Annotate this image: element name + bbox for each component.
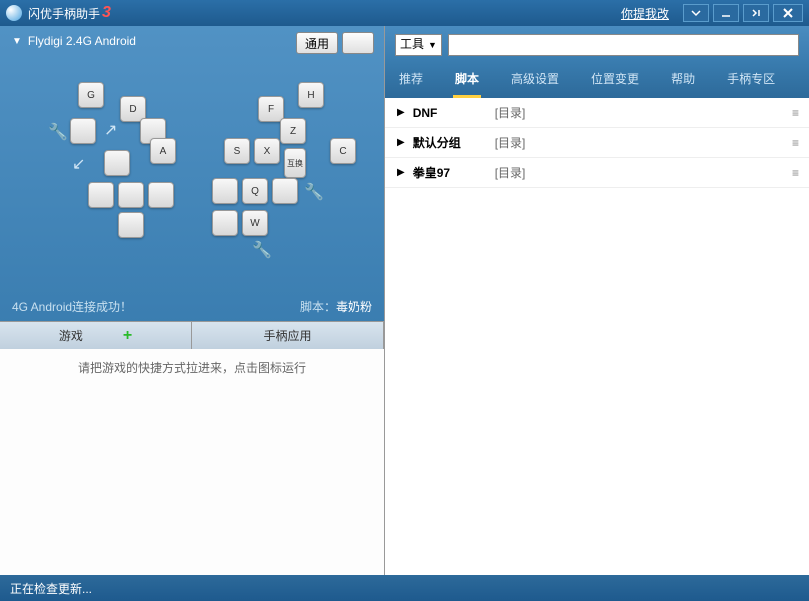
key-blank-1[interactable] [70, 118, 96, 144]
close-button[interactable] [773, 4, 803, 22]
menu-icon[interactable]: ≡ [792, 106, 797, 120]
bottom-tabs: 游戏+ 手柄应用 [0, 321, 384, 349]
mode-button-blank[interactable] [342, 32, 374, 54]
dropdown-button[interactable] [683, 4, 709, 22]
chevron-right-icon: ▶ [397, 167, 405, 178]
key-blank-5[interactable] [118, 182, 144, 208]
key-x[interactable]: X [254, 138, 280, 164]
key-s[interactable]: S [224, 138, 250, 164]
key-blank-10[interactable] [212, 210, 238, 236]
connection-status: 4G Android连接成功！ 脚本：毒奶粉 [0, 292, 384, 321]
list-item[interactable]: ▶ 拳皇97 [目录] ≡ [385, 158, 809, 188]
titlebar: 闪优手柄助手3 你提我改 [0, 0, 809, 26]
chevron-right-icon: ▶ [397, 137, 405, 148]
nav-tabs: 推荐 脚本 高级设置 位置变更 帮助 手柄专区 [385, 60, 809, 98]
menu-icon[interactable]: ≡ [792, 136, 797, 150]
gamepad-layout: G D F H 🔧 ↗ Z ↙ A S X 互换 C Q 🔧 W [0, 52, 384, 292]
key-blank-7[interactable] [212, 178, 238, 204]
wrench-icon-3[interactable]: 🔧 [252, 240, 270, 258]
tab-advanced[interactable]: 高级设置 [509, 66, 561, 98]
list-item[interactable]: ▶ 默认分组 [目录] ≡ [385, 128, 809, 158]
right-panel: 工具▼ 推荐 脚本 高级设置 位置变更 帮助 手柄专区 ▶ DNF [目录] ≡… [384, 26, 809, 575]
key-g[interactable]: G [78, 82, 104, 108]
arrow-down-left-icon: ↙ [72, 154, 85, 174]
app-title: 闪优手柄助手3 [28, 4, 621, 22]
list-item[interactable]: ▶ DNF [目录] ≡ [385, 98, 809, 128]
key-a[interactable]: A [150, 138, 176, 164]
tool-dropdown[interactable]: 工具▼ [395, 34, 442, 56]
tab-games[interactable]: 游戏+ [0, 322, 192, 349]
key-swap[interactable]: 互换 [284, 148, 306, 178]
chevron-down-icon: ▼ [428, 40, 437, 50]
tab-apps[interactable]: 手柄应用 [192, 322, 384, 349]
chevron-down-icon: ▼ [12, 36, 22, 47]
wrench-icon[interactable]: 🔧 [48, 122, 66, 140]
key-c[interactable]: C [330, 138, 356, 164]
key-z[interactable]: Z [280, 118, 306, 144]
script-list: ▶ DNF [目录] ≡ ▶ 默认分组 [目录] ≡ ▶ 拳皇97 [目录] ≡ [385, 98, 809, 575]
key-blank-8[interactable] [272, 178, 298, 204]
key-h[interactable]: H [298, 82, 324, 108]
statusbar: 正在检查更新... [0, 575, 809, 601]
minimize-button[interactable] [713, 4, 739, 22]
tab-zone[interactable]: 手柄专区 [725, 66, 777, 98]
arrow-up-right-icon: ↗ [104, 120, 117, 140]
feedback-link[interactable]: 你提我改 [621, 5, 669, 22]
tab-recommend[interactable]: 推荐 [397, 66, 425, 98]
compact-button[interactable] [743, 4, 769, 22]
chevron-right-icon: ▶ [397, 107, 405, 118]
game-drop-area[interactable]: 请把游戏的快捷方式拉进来，点击图标运行 [0, 349, 384, 575]
key-blank-4[interactable] [88, 182, 114, 208]
left-panel: ▼ Flydigi 2.4G Android 通用 G D F H 🔧 ↗ Z … [0, 26, 384, 575]
plus-icon: + [123, 327, 132, 345]
key-blank-3[interactable] [104, 150, 130, 176]
menu-icon[interactable]: ≡ [792, 166, 797, 180]
key-w[interactable]: W [242, 210, 268, 236]
key-f[interactable]: F [258, 96, 284, 122]
tab-script[interactable]: 脚本 [453, 66, 481, 98]
wrench-icon-2[interactable]: 🔧 [304, 182, 322, 200]
key-blank-9[interactable] [118, 212, 144, 238]
search-input[interactable] [448, 34, 799, 56]
key-q[interactable]: Q [242, 178, 268, 204]
tab-position[interactable]: 位置变更 [589, 66, 641, 98]
app-logo-icon [6, 5, 22, 21]
mode-button-general[interactable]: 通用 [296, 32, 338, 54]
tab-help[interactable]: 帮助 [669, 66, 697, 98]
key-blank-6[interactable] [148, 182, 174, 208]
